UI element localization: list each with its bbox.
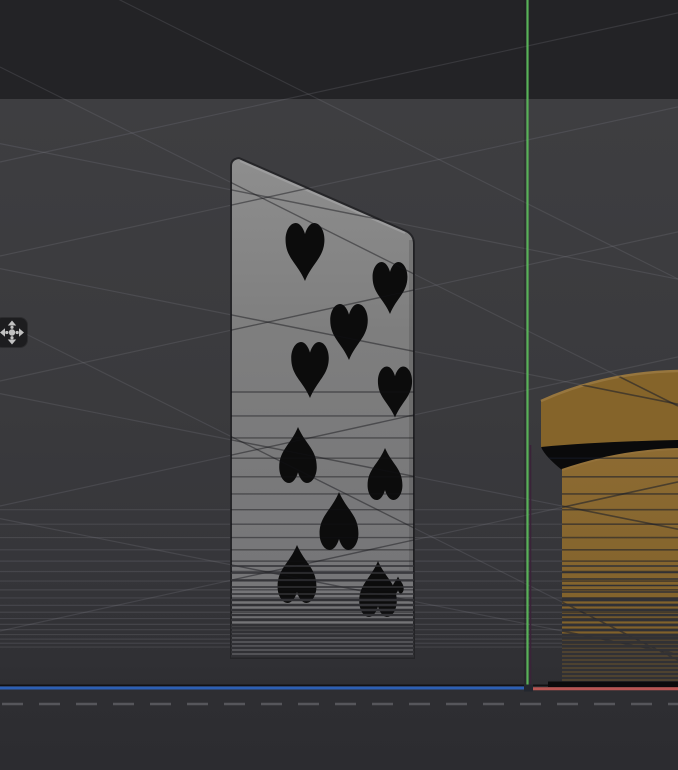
scene-canvas[interactable] — [0, 0, 678, 770]
pipe-ground-shadow — [548, 682, 678, 688]
axis-origin-junction — [524, 685, 533, 692]
card-grid-dissolve — [225, 566, 420, 656]
move-icon — [0, 318, 27, 347]
viewport-horizon-band — [0, 0, 678, 99]
pan-view-button[interactable] — [0, 318, 27, 347]
viewport-3d[interactable] — [0, 0, 678, 770]
